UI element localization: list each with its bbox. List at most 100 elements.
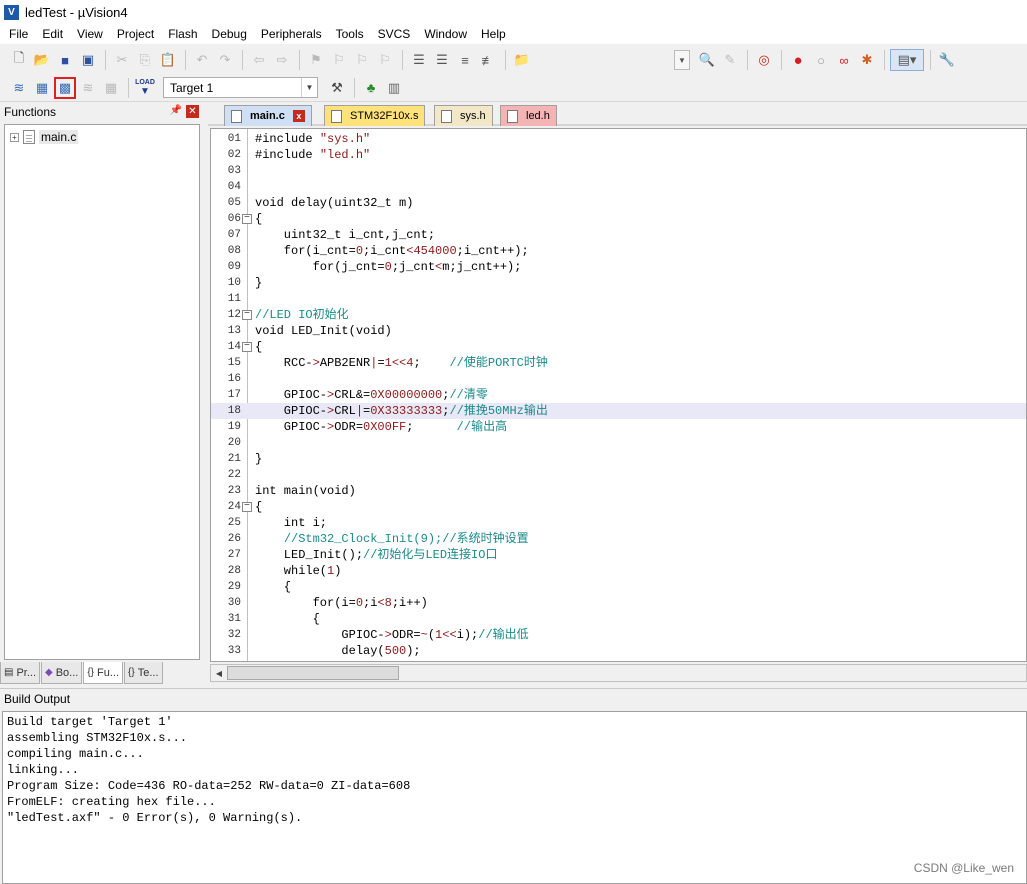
tab-functions[interactable]: {} Fu...	[83, 662, 124, 684]
code-line[interactable]: 30 for(i=0;i<8;i++)	[211, 595, 1026, 611]
code-line[interactable]: 26 //Stm32_Clock_Init(9);//系统时钟设置	[211, 531, 1026, 547]
code-line[interactable]: 32 GPIOC->ODR=~(1<<i);//输出低	[211, 627, 1026, 643]
target-options-icon[interactable]: ⚒	[326, 77, 348, 99]
menu-file[interactable]: File	[2, 24, 35, 44]
undo-icon[interactable]: ↶	[191, 49, 213, 71]
code-line[interactable]: 17 GPIOC->CRL&=0X00000000;//清零	[211, 387, 1026, 403]
pin-icon[interactable]: 📌	[170, 105, 182, 116]
batch-build-icon[interactable]: ≋	[77, 77, 99, 99]
code-line[interactable]: 28 while(1)	[211, 563, 1026, 579]
translate-icon[interactable]: ≋	[8, 77, 30, 99]
tab-project[interactable]: ▤ Pr...	[0, 662, 41, 684]
redo-icon[interactable]: ↷	[214, 49, 236, 71]
tab-books[interactable]: ◆ Bo...	[41, 662, 83, 684]
indent-icon[interactable]: ☰	[408, 49, 430, 71]
navigate-forward-icon[interactable]: ⇨	[271, 49, 293, 71]
editor-tab-led-h[interactable]: led.h	[500, 105, 557, 126]
bookmark-prev-icon[interactable]: ⚐	[328, 49, 350, 71]
code-line[interactable]: 07 uint32_t i_cnt,j_cnt;	[211, 227, 1026, 243]
code-line[interactable]: 18 GPIOC->CRL|=0X33333333;//推挽50MHz输出	[211, 403, 1026, 419]
window-layout-icon[interactable]: ▤▾	[890, 49, 924, 71]
uncomment-icon[interactable]: ≢	[477, 49, 499, 71]
code-editor[interactable]: 01 #include "sys.h" 02 #include "led.h" 03 04…	[210, 128, 1027, 662]
code-line[interactable]: 15 RCC->APB2ENR|=1<<4; //使能PORTC时钟	[211, 355, 1026, 371]
open-folder-icon[interactable]: 📂	[31, 49, 53, 71]
code-line[interactable]: 02 #include "led.h"	[211, 147, 1026, 163]
menu-flash[interactable]: Flash	[161, 24, 204, 44]
breakpoint-kill-all-icon[interactable]: ✱	[856, 49, 878, 71]
menu-view[interactable]: View	[70, 24, 110, 44]
rebuild-icon[interactable]: ▩	[54, 76, 76, 99]
editor-tab-startup-s[interactable]: STM32F10x.s	[324, 105, 426, 126]
code-line[interactable]: 13 void LED_Init(void)	[211, 323, 1026, 339]
tab-templates[interactable]: {} Te...	[124, 662, 163, 684]
navigate-back-icon[interactable]: ⇦	[248, 49, 270, 71]
build-icon[interactable]: ▦	[31, 77, 53, 99]
bookmark-toggle-icon[interactable]: ⚑	[305, 49, 327, 71]
code-line[interactable]: 23 int main(void)	[211, 483, 1026, 499]
find-icon[interactable]: 🔍	[696, 49, 718, 71]
fold-collapse-icon[interactable]: −	[242, 502, 252, 512]
code-line[interactable]: 31 {	[211, 611, 1026, 627]
fold-collapse-icon[interactable]: −	[242, 214, 252, 224]
save-all-icon[interactable]: ▣	[77, 49, 99, 71]
paste-icon[interactable]: 📋	[157, 49, 179, 71]
stop-build-icon[interactable]: ▦	[100, 77, 122, 99]
select-packs-icon[interactable]: ▥	[383, 77, 405, 99]
code-line[interactable]: 14−{	[211, 339, 1026, 355]
code-line[interactable]: 03	[211, 163, 1026, 179]
comment-icon[interactable]: ≡	[454, 49, 476, 71]
code-line[interactable]: 20	[211, 435, 1026, 451]
code-line[interactable]: 06−{	[211, 211, 1026, 227]
code-line[interactable]: 16	[211, 371, 1026, 387]
bookmark-clear-icon[interactable]: ⚐	[374, 49, 396, 71]
code-line[interactable]: 25 int i;	[211, 515, 1026, 531]
debug-session-icon[interactable]: ◎	[753, 49, 775, 71]
build-output-pane[interactable]: CSDN @Like_wen Build target 'Target 1' as…	[2, 711, 1027, 884]
code-line[interactable]: 12−//LED IO初始化	[211, 307, 1026, 323]
horizontal-scrollbar[interactable]: ◀	[210, 664, 1027, 682]
target-select[interactable]: Target 1 ▼	[163, 77, 318, 98]
menu-edit[interactable]: Edit	[35, 24, 70, 44]
new-file-icon[interactable]: 🗋	[8, 49, 30, 71]
save-icon[interactable]: ■	[54, 49, 76, 71]
close-icon[interactable]: ✕	[186, 105, 199, 118]
scrollbar-thumb[interactable]	[227, 666, 399, 680]
tree-node-main-c[interactable]: + main.c	[10, 130, 79, 144]
menu-peripherals[interactable]: Peripherals	[254, 24, 329, 44]
replace-icon[interactable]: ✎	[719, 49, 741, 71]
code-line[interactable]: 24−{	[211, 499, 1026, 515]
code-line[interactable]: 10}	[211, 275, 1026, 291]
fold-collapse-icon[interactable]: −	[242, 342, 252, 352]
editor-tab-main-c[interactable]: main.c x	[224, 105, 312, 126]
code-line[interactable]: 21}	[211, 451, 1026, 467]
find-combo-arrow-icon[interactable]: ▼	[674, 50, 690, 70]
code-line[interactable]: 01 #include "sys.h"	[211, 131, 1026, 147]
code-line[interactable]: 04	[211, 179, 1026, 195]
breakpoint-enable-icon[interactable]: ○	[810, 49, 832, 71]
menu-svcs[interactable]: SVCS	[371, 24, 418, 44]
scroll-left-icon[interactable]: ◀	[213, 667, 225, 679]
fold-collapse-icon[interactable]: −	[242, 310, 252, 320]
bookmark-next-icon[interactable]: ⚐	[351, 49, 373, 71]
configure-wrench-icon[interactable]: 🔧	[936, 49, 958, 71]
code-line[interactable]: 19 GPIOC->ODR=0X00FF; //输出高	[211, 419, 1026, 435]
menu-tools[interactable]: Tools	[329, 24, 371, 44]
copy-icon[interactable]: ⎘	[134, 49, 156, 71]
unindent-icon[interactable]: ☰	[431, 49, 453, 71]
find-in-files-icon[interactable]: 📁	[511, 49, 533, 71]
code-line[interactable]: 09 for(j_cnt=0;j_cnt<m;j_cnt++);	[211, 259, 1026, 275]
code-line[interactable]: 08 for(i_cnt=0;i_cnt<454000;i_cnt++);	[211, 243, 1026, 259]
menu-window[interactable]: Window	[417, 24, 474, 44]
manage-components-icon[interactable]: ♣	[360, 77, 382, 99]
breakpoint-disable-all-icon[interactable]: ∞	[833, 49, 855, 71]
close-tab-icon[interactable]: x	[292, 110, 305, 122]
editor-tab-sys-h[interactable]: sys.h	[434, 105, 493, 126]
code-line[interactable]: 33 delay(500);	[211, 643, 1026, 659]
breakpoint-insert-icon[interactable]: ●	[787, 49, 809, 71]
code-line[interactable]: 11	[211, 291, 1026, 307]
menu-debug[interactable]: Debug	[205, 24, 254, 44]
code-line[interactable]: 34 }	[211, 659, 1026, 661]
menu-help[interactable]: Help	[474, 24, 513, 44]
code-line[interactable]: 22	[211, 467, 1026, 483]
